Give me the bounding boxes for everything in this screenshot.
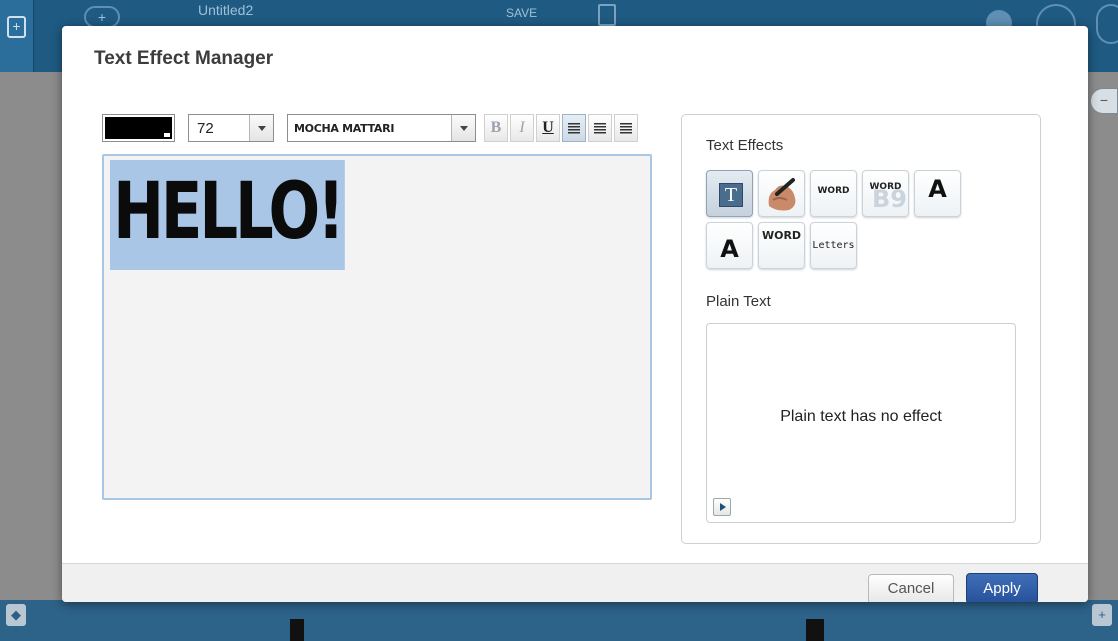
align-right-button[interactable]: [614, 114, 638, 142]
color-fill: [105, 117, 172, 139]
more-icon[interactable]: [1096, 4, 1118, 44]
text-effects-panel: Text Effects T WORD B9 WORD A A WORD Let…: [681, 114, 1041, 544]
bold-label: B: [490, 119, 502, 136]
cancel-button[interactable]: Cancel: [868, 574, 954, 602]
effect-letter-a-bold-label: A: [928, 175, 947, 203]
underline-button[interactable]: U: [536, 114, 560, 142]
italic-label: I: [519, 119, 525, 136]
new-document-icon[interactable]: +: [7, 16, 26, 38]
font-family-value: MOCHA MATTARI: [294, 122, 395, 135]
italic-button[interactable]: I: [510, 114, 534, 142]
effect-letters-scribble[interactable]: Letters: [810, 222, 857, 269]
align-left-button[interactable]: [562, 114, 586, 142]
text-t-icon: T: [719, 183, 743, 207]
app-left-strip: +: [0, 0, 34, 72]
align-right-icon: [620, 123, 632, 134]
font-size-select[interactable]: 72: [188, 114, 274, 142]
scroll-left-icon[interactable]: ◆: [6, 604, 26, 626]
hand-writing-icon: [768, 178, 796, 211]
format-buttons: B I U: [484, 114, 638, 142]
underline-label: U: [542, 119, 554, 136]
effect-handwriting[interactable]: [758, 170, 805, 217]
bottom-marker: [806, 619, 824, 641]
editor-selected-text[interactable]: HELLO!: [110, 160, 345, 270]
chevron-down-icon[interactable]: [451, 115, 475, 141]
effect-letter-a-bold[interactable]: A: [914, 170, 961, 217]
effect-plain-text[interactable]: T: [706, 170, 753, 217]
text-editor[interactable]: HELLO!: [102, 154, 652, 500]
effect-word-outline[interactable]: WORD: [810, 170, 857, 217]
dialog-title: Text Effect Manager: [94, 48, 274, 69]
play-icon[interactable]: [713, 498, 731, 516]
app-bottom-bar: [0, 600, 1118, 641]
text-effects-heading: Text Effects: [706, 137, 784, 154]
document-icon[interactable]: [598, 4, 616, 26]
add-page-icon[interactable]: +: [84, 6, 120, 28]
preview-message: Plain text has no effect: [780, 408, 942, 425]
align-center-icon: [594, 123, 606, 134]
doc-title[interactable]: Untitled2: [198, 2, 253, 28]
effect-preview: Plain text has no effect: [706, 323, 1016, 523]
effect-letter-a-sketch[interactable]: A: [706, 222, 753, 269]
font-size-value: 72: [197, 120, 214, 137]
chevron-down-icon[interactable]: [249, 115, 273, 141]
text-effect-manager-dialog: Text Effect Manager 72 MOCHA MATTARI B I…: [62, 26, 1088, 602]
bottom-marker: [290, 619, 304, 641]
effect-word-sketch-label: WORD: [761, 229, 802, 242]
add-icon[interactable]: +: [1092, 604, 1112, 626]
effect-letter-a-sketch-label: A: [720, 235, 739, 263]
align-left-icon: [568, 123, 580, 134]
bold-button[interactable]: B: [484, 114, 508, 142]
effect-letters-scribble-label: Letters: [812, 240, 855, 251]
apply-button[interactable]: Apply: [966, 573, 1038, 602]
effect-word-shadow-label: WORD: [869, 182, 902, 192]
align-center-button[interactable]: [588, 114, 612, 142]
text-color-picker[interactable]: [102, 114, 175, 142]
zoom-out-icon[interactable]: −: [1090, 88, 1118, 114]
effect-word-shadow[interactable]: B9 WORD: [862, 170, 909, 217]
effect-word-outline-label: WORD: [817, 186, 850, 196]
dialog-footer: Cancel Apply: [62, 563, 1088, 602]
color-dropdown-icon: [163, 132, 171, 138]
font-family-select[interactable]: MOCHA MATTARI: [287, 114, 476, 142]
selected-effect-name: Plain Text: [706, 293, 771, 310]
effect-word-sketch[interactable]: WORD: [758, 222, 805, 269]
